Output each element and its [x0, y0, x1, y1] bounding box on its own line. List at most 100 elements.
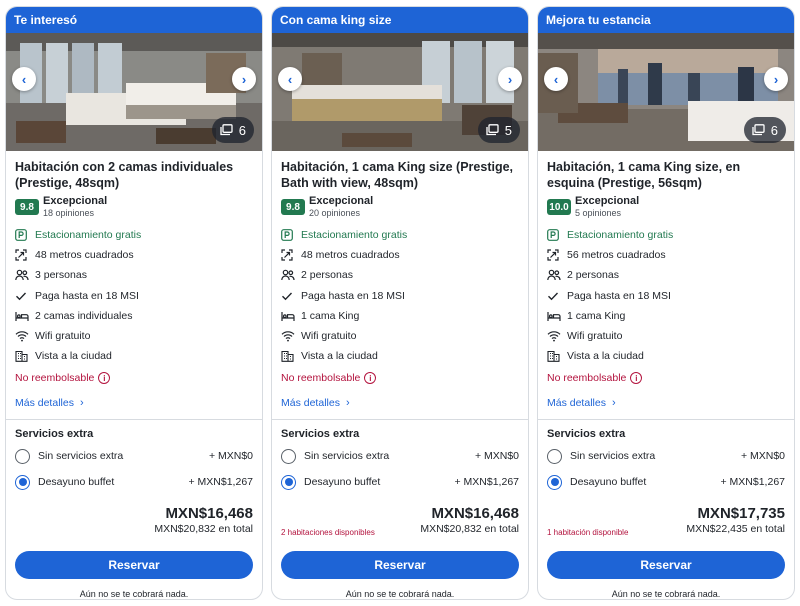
chevron-left-icon: ‹: [553, 71, 559, 87]
amenity-label: Estacionamiento gratis: [35, 229, 142, 242]
chevron-left-icon: ‹: [21, 71, 27, 87]
option-label: Sin servicios extra: [304, 450, 390, 463]
photo-count: 5: [504, 122, 512, 138]
amenity-list: Estacionamiento gratis 56 metros cuadrado…: [547, 225, 785, 366]
amenity-item: 56 metros cuadrados: [547, 245, 785, 265]
option-label: Desayuno buffet: [38, 476, 115, 489]
photo-gallery-button[interactable]: 5: [477, 117, 520, 143]
extra-option[interactable]: Sin servicios extra + MXN$0: [15, 443, 253, 469]
amenity-item: 2 personas: [547, 265, 785, 285]
area-icon: [281, 248, 297, 262]
amenity-item: Estacionamiento gratis: [547, 225, 785, 245]
gallery-icon: [752, 124, 765, 136]
reserve-button[interactable]: Reservar: [281, 551, 519, 580]
option-label: Sin servicios extra: [570, 450, 656, 463]
area-icon: [547, 248, 563, 262]
city-icon: [281, 349, 297, 363]
extra-services: Servicios extra Sin servicios extra + MX…: [538, 420, 794, 495]
amenity-label: Estacionamiento gratis: [567, 229, 674, 242]
room-title: Habitación, 1 cama King size (Prestige, …: [281, 160, 514, 190]
chevron-right-icon: ›: [773, 71, 779, 87]
previous-photo-button[interactable]: ‹: [12, 67, 36, 91]
extra-services: Servicios extra Sin servicios extra + MX…: [6, 420, 262, 495]
room-photo[interactable]: ‹ › 5: [272, 33, 528, 151]
amenity-item: 3 personas: [15, 265, 253, 285]
info-icon[interactable]: i: [364, 372, 377, 385]
people-icon: [281, 268, 297, 282]
rating-label: Excepcional: [309, 195, 374, 207]
checkmark-icon: [15, 289, 31, 303]
chevron-right-icon: ›: [345, 397, 350, 410]
amenity-label: Wifi gratuito: [35, 330, 91, 343]
nightly-price: MXN$16,468: [165, 505, 253, 523]
next-photo-button[interactable]: ›: [232, 67, 256, 91]
amenity-item: 1 cama King: [281, 306, 519, 326]
amenity-item: 48 metros cuadrados: [15, 245, 253, 265]
previous-photo-button[interactable]: ‹: [544, 67, 568, 91]
more-details-link[interactable]: Más detalles ›: [281, 391, 519, 415]
review-count: 5 opiniones: [575, 208, 622, 218]
reserve-button[interactable]: Reservar: [547, 551, 785, 580]
more-details-label: Más detalles: [281, 397, 340, 410]
card-banner: Te interesó: [6, 7, 262, 33]
checkmark-icon: [281, 289, 297, 303]
guest-rating: 9.8 Excepcional 18 opiniones: [15, 195, 253, 219]
extra-services: Servicios extra Sin servicios extra + MX…: [272, 420, 528, 495]
more-details-link[interactable]: Más detalles ›: [547, 391, 785, 415]
room-photo[interactable]: ‹ › 6: [538, 33, 794, 151]
amenity-label: 48 metros cuadrados: [35, 249, 134, 262]
photo-gallery-button[interactable]: 6: [743, 117, 786, 143]
radio-button-selected[interactable]: [15, 474, 30, 490]
extra-option[interactable]: Sin servicios extra + MXN$0: [547, 443, 785, 469]
review-count: 20 opiniones: [309, 208, 361, 218]
amenity-item: 48 metros cuadrados: [281, 245, 519, 265]
extra-option[interactable]: Desayuno buffet + MXN$1,267: [547, 469, 785, 495]
room-offers: Te interesó ‹ › 6 Habitación con 2 camas…: [0, 0, 800, 606]
option-label: Desayuno buffet: [304, 476, 381, 489]
reserve-button[interactable]: Reservar: [15, 551, 253, 580]
room-photo[interactable]: ‹ › 6: [6, 33, 262, 151]
amenity-label: 1 cama King: [567, 309, 626, 322]
price-summary: MXN$16,468 MXN$20,832 en total 2 habitac…: [272, 495, 528, 545]
area-icon: [15, 248, 31, 262]
amenity-item: Estacionamiento gratis: [15, 225, 253, 245]
radio-button-selected[interactable]: [281, 474, 296, 490]
info-icon[interactable]: i: [630, 372, 643, 385]
photo-gallery-button[interactable]: 6: [211, 117, 254, 143]
option-label: Sin servicios extra: [38, 450, 124, 463]
parking-icon: [15, 228, 31, 242]
amenity-item: Estacionamiento gratis: [281, 225, 519, 245]
non-refundable-notice[interactable]: No reembolsable i: [547, 367, 785, 389]
amenity-item: Vista a la ciudad: [547, 346, 785, 366]
next-photo-button[interactable]: ›: [764, 67, 788, 91]
radio-button-selected[interactable]: [547, 474, 562, 490]
amenity-label: 48 metros cuadrados: [301, 249, 400, 262]
extra-option[interactable]: Desayuno buffet + MXN$1,267: [15, 469, 253, 495]
amenity-label: 1 cama King: [301, 309, 360, 322]
card-banner: Mejora tu estancia: [538, 7, 794, 33]
no-charge-note: Aún no se te cobrará nada.: [79, 589, 189, 600]
non-refundable-notice[interactable]: No reembolsable i: [281, 367, 519, 389]
chevron-left-icon: ‹: [287, 71, 293, 87]
amenity-item: 2 camas individuales: [15, 306, 253, 326]
amenity-label: Vista a la ciudad: [567, 350, 644, 363]
next-photo-button[interactable]: ›: [498, 67, 522, 91]
rating-label: Excepcional: [575, 195, 640, 207]
option-price: + MXN$0: [208, 450, 253, 463]
radio-button[interactable]: [15, 448, 30, 464]
nightly-price: MXN$17,735: [697, 505, 785, 523]
info-icon[interactable]: i: [98, 372, 111, 385]
amenity-label: Estacionamiento gratis: [301, 229, 408, 242]
amenity-item: Wifi gratuito: [15, 326, 253, 346]
option-price: + MXN$1,267: [454, 476, 520, 489]
previous-photo-button[interactable]: ‹: [278, 67, 302, 91]
chevron-right-icon: ›: [79, 397, 84, 410]
room-title: Habitación con 2 camas individuales (Pre…: [15, 160, 234, 190]
non-refundable-notice[interactable]: No reembolsable i: [15, 367, 253, 389]
extra-option[interactable]: Desayuno buffet + MXN$1,267: [281, 469, 519, 495]
radio-button[interactable]: [281, 448, 296, 464]
extra-option[interactable]: Sin servicios extra + MXN$0: [281, 443, 519, 469]
gallery-icon: [220, 124, 233, 136]
radio-button[interactable]: [547, 448, 562, 464]
more-details-link[interactable]: Más detalles ›: [15, 391, 253, 415]
